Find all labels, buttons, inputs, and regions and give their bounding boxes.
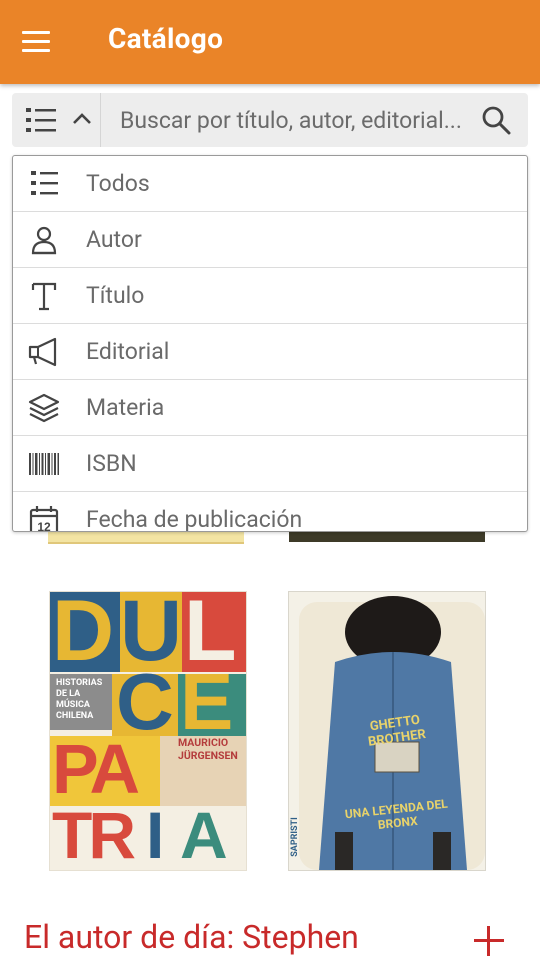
filter-option-fecha[interactable]: 12 Fecha de publicación [13, 492, 527, 532]
text-icon [31, 282, 57, 311]
filter-option-isbn[interactable]: ISBN [13, 436, 527, 492]
cover-letter: PA [52, 730, 140, 808]
calendar-icon: 12 [29, 506, 59, 532]
search-icon[interactable] [480, 104, 512, 136]
filter-option-materia[interactable]: Materia [13, 380, 527, 436]
list-icon [31, 171, 58, 195]
filter-option-autor[interactable]: Autor [13, 212, 527, 268]
book-cover-ghetto-brother[interactable]: GHETTO BROTHER UNA LEYENDA DEL BRONX SAP… [288, 591, 486, 871]
megaphone-icon [28, 337, 57, 367]
search-filter-toggle[interactable] [12, 93, 101, 147]
cover-letter: D [52, 591, 115, 679]
filter-option-label: Todos [86, 170, 150, 197]
cover-author-first: MAURICIO [178, 736, 229, 749]
plus-icon[interactable] [472, 924, 506, 958]
cover-letter: E [180, 657, 234, 746]
search-input[interactable] [120, 93, 476, 147]
filter-option-editorial[interactable]: Editorial [13, 324, 527, 380]
filter-dropdown: Todos Autor Título Editorial Materia ISB… [12, 155, 528, 532]
chevron-up-icon [73, 113, 91, 124]
cover-subtitle: HISTORIAS DE LA MÚSICA CHILENA [50, 674, 112, 730]
cover-letter: TR [52, 798, 136, 871]
barcode-icon [29, 453, 59, 475]
filter-option-label: ISBN [86, 450, 137, 477]
cover-letter: I [146, 798, 165, 871]
author-of-day-title: El autor de día: Stephen [24, 918, 359, 956]
search-bar [12, 93, 528, 147]
cover-spine-text: SAPRISTI [289, 817, 300, 857]
list-icon [26, 108, 56, 132]
filter-option-todos[interactable]: Todos [13, 156, 527, 212]
menu-icon[interactable] [14, 24, 58, 60]
person-icon [31, 226, 57, 255]
filter-option-label: Materia [86, 394, 165, 421]
layers-icon [28, 393, 60, 423]
filter-option-label: Editorial [86, 338, 170, 365]
cover-author: MAURICIO JÜRGENSEN [178, 736, 238, 762]
cover-letter: A [180, 798, 228, 871]
book-cover-dulce-patria[interactable]: D U L HISTORIAS DE LA MÚSICA CHILENA C E… [49, 591, 247, 871]
filter-option-label: Título [86, 282, 145, 309]
page-title: Catálogo [108, 22, 224, 55]
cover-author-last: JÜRGENSEN [178, 749, 238, 762]
filter-option-titulo[interactable]: Título [13, 268, 527, 324]
filter-option-label: Autor [86, 226, 142, 253]
app-bar: Catálogo [0, 0, 540, 84]
filter-option-label: Fecha de publicación [86, 506, 303, 532]
calendar-day: 12 [37, 520, 51, 532]
